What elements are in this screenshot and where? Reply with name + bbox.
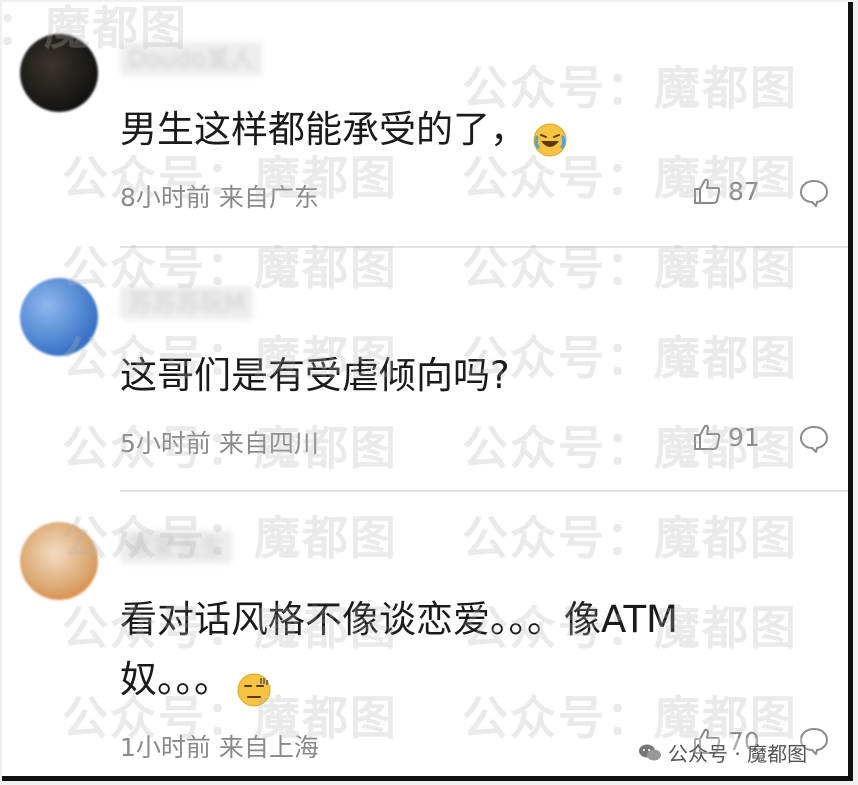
wechat-icon: [639, 744, 661, 760]
thumbs-up-icon: [694, 424, 721, 450]
avatar[interactable]: [20, 522, 98, 600]
comment-meta: 8小时前 来自广东: [120, 183, 319, 212]
comment-text: 看对话风格不像谈恋爱。。。像ATM 奴。。。: [120, 590, 788, 710]
divider: [120, 490, 848, 492]
like-count: 87: [728, 176, 760, 206]
avatar[interactable]: [20, 34, 98, 112]
comment-meta: 1小时前 来自上海: [120, 733, 319, 762]
divider: [120, 246, 848, 248]
like-count: 91: [728, 422, 760, 452]
like-button[interactable]: 87: [692, 176, 760, 206]
comment-text-line: 奴。。。: [120, 658, 231, 701]
comment-meta: 5小时前 来自四川: [120, 429, 319, 458]
comment-text-line: 看对话风格不像谈恋爱。。。像ATM: [120, 598, 678, 641]
username[interactable]: 蒙蒙先生: [120, 530, 232, 564]
comment-text-body: 男生这样都能承受的了，: [120, 108, 527, 151]
like-button[interactable]: 91: [692, 422, 760, 452]
avatar[interactable]: [20, 278, 98, 356]
comment-text: 这哥们是有受虐倾向吗?: [120, 346, 788, 406]
account-tag: 公众号 · 魔都图: [638, 738, 808, 767]
laughing-tears-emoji: [533, 115, 567, 156]
comment-text-body: 这哥们是有受虐倾向吗?: [120, 354, 510, 397]
comment-text: 男生这样都能承受的了，: [120, 100, 788, 160]
watermark: 公众号：魔都图: [462, 241, 798, 295]
account-tag-text: 公众号 · 魔都图: [668, 742, 808, 766]
comment-list: Doudo某人 男生这样都能承受的了， 8小时前 来自广东 87 苏苏苏玩M 这…: [2, 2, 853, 781]
reply-button[interactable]: [798, 424, 830, 458]
username[interactable]: 苏苏苏玩M: [120, 286, 253, 320]
watermark: 公众号：魔都图: [462, 511, 798, 565]
reply-button[interactable]: [798, 178, 830, 212]
awkward-sweat-emoji: [237, 665, 271, 706]
username[interactable]: Doudo某人: [120, 42, 263, 76]
thumbs-up-icon: [694, 178, 721, 204]
comment-bubble-icon: [800, 180, 828, 207]
comment-bubble-icon: [800, 426, 828, 453]
